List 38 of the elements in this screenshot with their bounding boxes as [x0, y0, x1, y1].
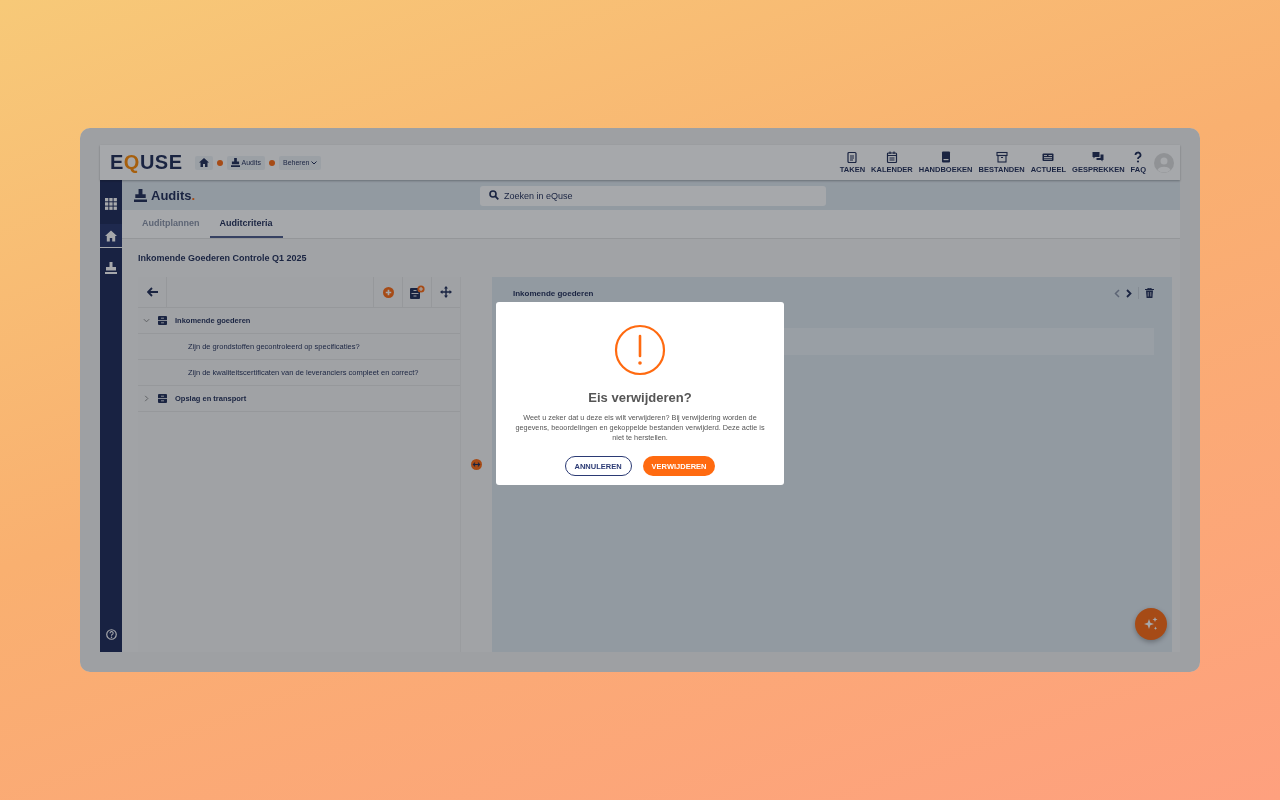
help-icon[interactable]	[105, 629, 117, 640]
sparkle-icon	[1144, 617, 1158, 631]
clipboard-icon	[846, 151, 859, 163]
archive-icon	[995, 151, 1008, 163]
section-icon	[158, 316, 167, 325]
chevron-left-icon	[1114, 288, 1120, 298]
home-icon	[105, 229, 117, 242]
calendar-icon	[885, 151, 898, 163]
add-section-icon	[409, 285, 425, 299]
search-field[interactable]: Zoeken in eQuse	[480, 186, 826, 206]
next-button[interactable]	[1126, 288, 1132, 298]
search-icon	[489, 190, 499, 200]
plan-heading: Inkomende Goederen Controle Q1 2025	[138, 253, 308, 265]
stamp-icon	[230, 158, 240, 167]
home-button[interactable]	[194, 155, 213, 170]
caret-icon	[311, 160, 318, 165]
chat-icon	[1092, 151, 1105, 163]
arrow-left-icon	[146, 287, 158, 297]
delete-button[interactable]	[1145, 288, 1154, 298]
page-title: Audits.	[151, 187, 196, 203]
home-button[interactable]	[100, 224, 122, 248]
resize-handle[interactable]	[471, 459, 482, 470]
section-icon	[158, 394, 167, 403]
home-icon	[198, 158, 209, 167]
book-icon	[939, 151, 952, 163]
logo: EQUSE	[110, 151, 183, 174]
grid-icon	[105, 197, 117, 210]
detail-title: Inkomende goederen	[513, 288, 594, 298]
move-icon	[440, 286, 452, 298]
dialog-title: Eis verwijderen?	[588, 390, 692, 405]
news-icon	[1042, 151, 1055, 163]
warning-icon	[614, 324, 666, 376]
trash-icon	[1145, 288, 1154, 298]
plus-circle-icon	[382, 286, 394, 298]
chevron-right-icon	[1126, 288, 1132, 298]
stamp-icon	[105, 261, 117, 274]
tab[interactable]: Auditcriteria	[209, 210, 283, 238]
stamp-icon	[134, 188, 147, 202]
